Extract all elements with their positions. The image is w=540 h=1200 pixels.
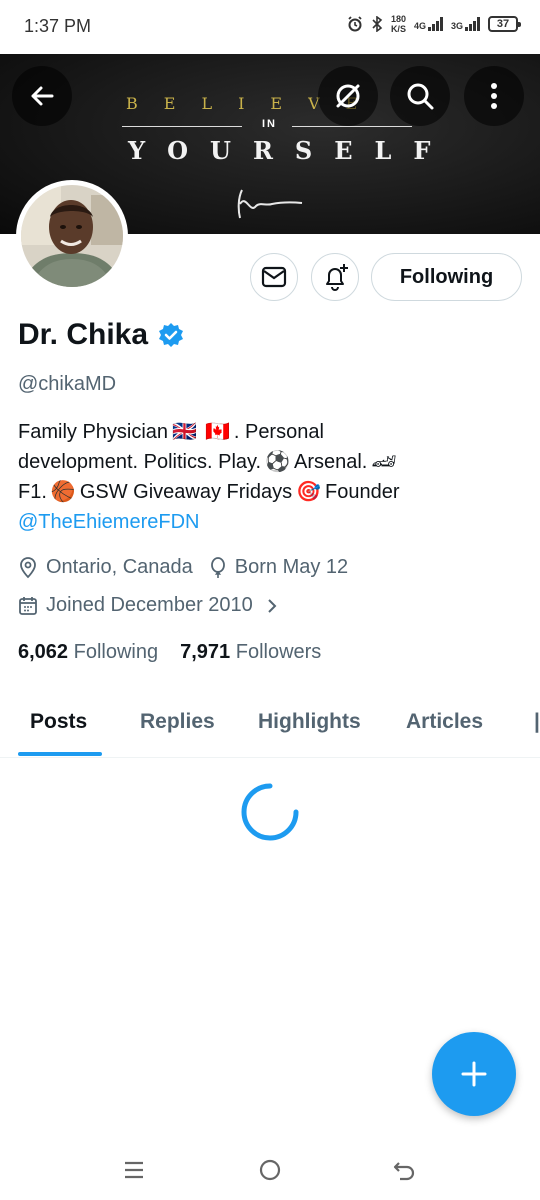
signal-bars-icon (465, 17, 480, 31)
status-bar: 1:37 PM 180 K/S 4G 3G 37 (0, 0, 540, 54)
location-pin-icon (18, 556, 38, 579)
followers-count: 7,971 (180, 641, 231, 663)
following-label: Following (73, 641, 159, 663)
following-count: 6,062 (18, 641, 69, 663)
loading-spinner-icon (241, 783, 299, 841)
system-navigation-bar (0, 1140, 540, 1200)
calendar-icon (18, 596, 38, 616)
following-stat[interactable]: 6,062 Following (18, 641, 158, 664)
race-car-icon: 🏎 (371, 451, 397, 473)
balloon-icon (209, 556, 227, 579)
profile-avatar[interactable] (16, 180, 128, 292)
alarm-icon (348, 16, 362, 32)
bio-mention-link[interactable]: @TheEhiemereFDN (18, 507, 199, 537)
location-birthday-row: Ontario, Canada Born May 12 (18, 556, 348, 579)
home-circle-icon (259, 1159, 281, 1181)
status-time: 1:37 PM (24, 16, 92, 36)
network-speed: 180 K/S (390, 14, 406, 34)
more-vertical-icon (491, 83, 497, 109)
back-button[interactable] (12, 66, 72, 126)
home-button[interactable] (250, 1154, 290, 1186)
bio-line: @TheEhiemereFDN (18, 507, 518, 537)
profile-tabs: Posts Replies Highlights Articles | (0, 688, 540, 758)
signature-mark (237, 189, 303, 219)
avatar-photo (21, 185, 123, 287)
soccer-ball-icon: ⚽ (265, 451, 290, 473)
bio-line: development. Politics. Play. ⚽ Arsenal. … (18, 447, 518, 477)
followers-stat[interactable]: 7,971 Followers (180, 641, 321, 664)
followers-label: Followers (235, 641, 322, 663)
more-options-button[interactable] (464, 66, 524, 126)
menu-lines-icon (125, 1161, 143, 1179)
chevron-right-icon (267, 598, 277, 614)
search-icon (407, 83, 434, 110)
tab-overflow-partial[interactable]: | (534, 710, 540, 734)
notifications-button[interactable] (311, 253, 359, 301)
status-icons: 180 K/S 4G 3G 37 (347, 14, 521, 34)
envelope-icon (261, 266, 287, 288)
message-button[interactable] (250, 253, 298, 301)
display-name: Dr. Chika (18, 318, 149, 351)
location-text: Ontario, Canada (46, 556, 193, 578)
joined-text: Joined December 2010 (46, 594, 253, 616)
canada-flag-icon: 🇨🇦 (204, 421, 230, 443)
tab-posts[interactable]: Posts (30, 710, 87, 734)
profile-bio: Family Physician 🇬🇧 🇨🇦 . Personal develo… (18, 417, 518, 537)
bio-line: Family Physician 🇬🇧 🇨🇦 . Personal (18, 417, 518, 447)
birthday-text: Born May 12 (234, 556, 349, 578)
tab-highlights[interactable]: Highlights (258, 710, 361, 734)
signal-bars-icon (427, 17, 443, 31)
bell-plus-icon (326, 264, 348, 291)
banner-text-in: IN (262, 118, 277, 130)
bio-line: F1. 🏀 GSW Giveaway Fridays 🎯 Founder (18, 477, 518, 507)
search-button[interactable] (390, 66, 450, 126)
active-tab-indicator (18, 752, 102, 756)
signal-4g: 4G (414, 17, 443, 31)
following-button[interactable]: Following (371, 253, 522, 301)
basketball-icon: 🏀 (50, 481, 76, 503)
banner-text-yourself: YOURSELF (128, 136, 453, 165)
plus-icon (461, 1061, 487, 1087)
follow-stats: 6,062 Following 7,971 Followers (18, 641, 321, 664)
grok-icon (336, 84, 360, 108)
uk-flag-icon: 🇬🇧 (172, 421, 197, 443)
compose-post-button[interactable] (432, 1032, 516, 1116)
tab-replies[interactable]: Replies (140, 710, 215, 734)
arrow-left-icon (31, 86, 54, 106)
back-arrow-icon (393, 1162, 415, 1181)
banner-in-row: IN (122, 118, 412, 134)
battery-icon: 37 (488, 16, 521, 32)
signal-3g: 3G (451, 17, 480, 31)
tab-articles[interactable]: Articles (406, 710, 483, 734)
joined-row[interactable]: Joined December 2010 (18, 594, 285, 617)
bluetooth-icon (372, 16, 383, 32)
name-row: Dr. Chika (18, 318, 184, 352)
back-nav-button[interactable] (384, 1154, 424, 1186)
target-icon: 🎯 (296, 481, 321, 503)
verified-badge-icon[interactable] (158, 322, 184, 348)
recent-apps-button[interactable] (114, 1154, 154, 1186)
grok-button[interactable] (318, 66, 378, 126)
user-handle: @chikaMD (18, 373, 117, 395)
